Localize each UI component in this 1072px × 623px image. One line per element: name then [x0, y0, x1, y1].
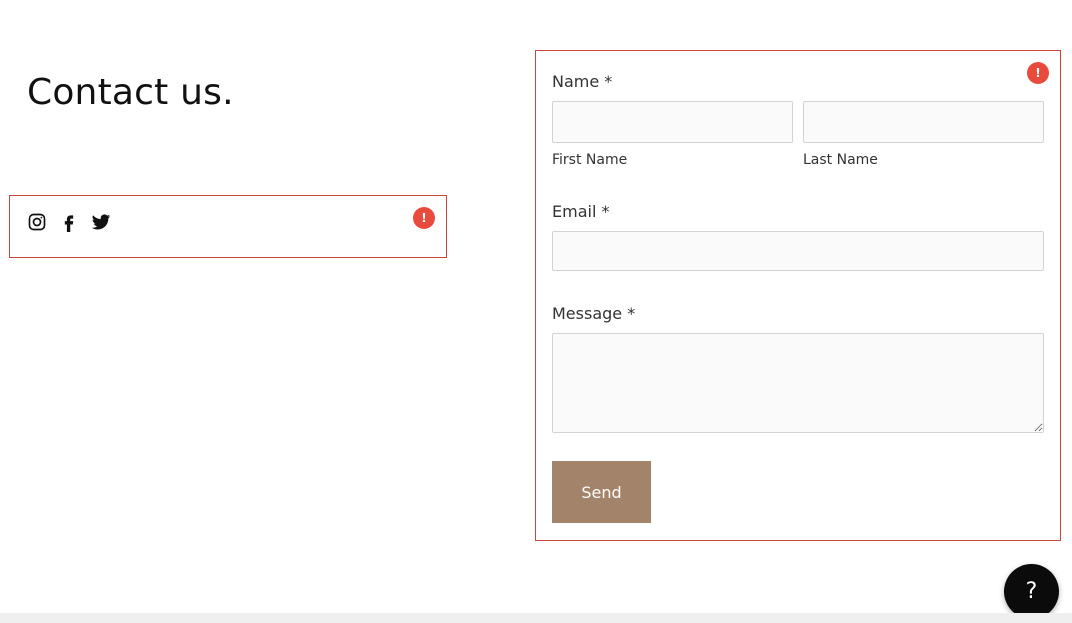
last-name-sublabel: Last Name [803, 152, 878, 168]
message-textarea[interactable] [552, 333, 1044, 433]
message-label: Message * [552, 304, 636, 323]
contact-form: ! Name * First Name Last Name Email * Me… [535, 50, 1061, 541]
first-name-sublabel: First Name [552, 152, 628, 168]
social-error-badge: ! [413, 207, 435, 229]
help-button[interactable]: ? [1004, 564, 1059, 619]
email-label: Email * [552, 202, 610, 221]
name-label: Name * [552, 72, 613, 91]
social-icons [26, 211, 112, 233]
send-button[interactable]: Send [552, 461, 651, 523]
form-error-badge: ! [1027, 62, 1049, 84]
first-name-input[interactable] [552, 101, 793, 143]
footer-strip [0, 613, 1072, 623]
instagram-icon[interactable] [26, 211, 48, 233]
twitter-icon[interactable] [90, 211, 112, 233]
email-input[interactable] [552, 231, 1044, 271]
last-name-input[interactable] [803, 101, 1044, 143]
page-title: Contact us. [27, 72, 234, 113]
social-links-box: ! [9, 195, 447, 258]
facebook-icon[interactable] [58, 211, 80, 233]
